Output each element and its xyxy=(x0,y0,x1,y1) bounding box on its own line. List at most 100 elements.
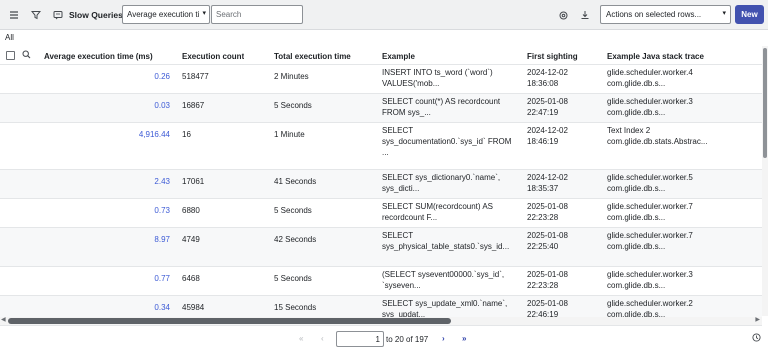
execution-count: 518477 xyxy=(182,72,209,81)
new-button[interactable]: New xyxy=(735,5,764,24)
avg-execution-time-link[interactable]: 0.77 xyxy=(44,273,170,284)
table-header-row: Average execution time (ms) Execution co… xyxy=(0,46,762,65)
avg-execution-time-link[interactable]: 0.34 xyxy=(44,302,170,313)
first-sighting-line: 18:46:19 xyxy=(527,137,559,146)
execution-count: 45984 xyxy=(182,303,205,312)
table-row[interactable]: 0.73 6880 5 Seconds SELECT SUM(recordcount)… xyxy=(0,199,762,228)
last-page-icon[interactable]: » xyxy=(462,334,466,343)
stack-trace-line: glide.scheduler.worker.3 xyxy=(607,97,693,106)
avg-execution-time-link[interactable]: 0.73 xyxy=(44,205,170,216)
vertical-scrollbar[interactable] xyxy=(762,46,768,316)
total-execution-time: 2 Minutes xyxy=(274,72,309,81)
avg-execution-time-link[interactable]: 0.26 xyxy=(44,71,170,82)
avg-execution-time-link[interactable]: 0.03 xyxy=(44,100,170,111)
example-query-line: SELECT sys_dictionary0.`name`, xyxy=(382,173,501,182)
stack-trace-line: com.glide.db.s... xyxy=(607,79,666,88)
column-header-stack-trace[interactable]: Example Java stack trace xyxy=(607,51,704,62)
first-sighting-line: 2025-01-08 xyxy=(527,231,568,240)
execution-count: 16867 xyxy=(182,101,205,110)
stack-trace-line: com.glide.db.s... xyxy=(607,242,666,251)
gear-icon[interactable] xyxy=(557,9,569,21)
first-sighting-line: 22:23:28 xyxy=(527,213,559,222)
example-query-line: recordcount F... xyxy=(382,213,438,222)
first-sighting-line: 2025-01-08 xyxy=(527,97,568,106)
pagination: « ‹ 1 to 20 of 197 › » xyxy=(0,330,768,347)
previous-page-icon[interactable]: ‹ xyxy=(321,334,324,343)
stack-trace-line: Text Index 2 xyxy=(607,126,651,135)
download-icon[interactable] xyxy=(579,9,591,21)
stack-trace-line: com.glide.db.s... xyxy=(607,184,666,193)
stack-trace-line: glide.scheduler.worker.7 xyxy=(607,231,693,240)
first-sighting-line: 22:47:19 xyxy=(527,108,559,117)
search-field-select[interactable]: Average execution ti ▾ xyxy=(122,5,210,24)
execution-count: 6880 xyxy=(182,206,200,215)
example-query-line: FROM sys_... xyxy=(382,108,431,117)
chevron-down-icon: ▾ xyxy=(202,10,206,17)
avg-execution-time-link[interactable]: 4,916.44 xyxy=(44,129,170,140)
example-query-line: (SELECT sysevent00000.`sys_id`, xyxy=(382,270,505,279)
search-field-select-value: Average execution ti xyxy=(127,10,200,19)
filter-icon[interactable] xyxy=(30,9,42,21)
example-query-line: sys_dicti... xyxy=(382,184,420,193)
column-header-first-sighting[interactable]: First sighting xyxy=(527,51,578,62)
hamburger-menu-icon[interactable] xyxy=(8,9,20,21)
first-sighting-line: 22:25:40 xyxy=(527,242,559,251)
total-execution-time: 41 Seconds xyxy=(274,177,317,186)
stack-trace-line: com.glide.db.stats.Abstrac... xyxy=(607,137,708,146)
avg-execution-time-link[interactable]: 8.97 xyxy=(44,234,170,245)
table-row[interactable]: 0.26 518477 2 Minutes INSERT INTO ts_word (… xyxy=(0,65,762,94)
actions-select[interactable]: Actions on selected rows... ▾ xyxy=(600,5,731,24)
scroll-left-icon[interactable]: ◀ xyxy=(1,316,6,323)
page-input[interactable]: 1 xyxy=(336,331,384,347)
list-toolbar: Slow Queries Average execution ti ▾ Acti… xyxy=(0,0,768,30)
table-row[interactable]: 0.03 16867 5 Seconds SELECT count(*) AS rec… xyxy=(0,94,762,123)
table-row[interactable]: 0.77 6468 5 Seconds (SELECT sysevent00000.`… xyxy=(0,267,762,296)
total-execution-time: 5 Seconds xyxy=(274,274,312,283)
total-execution-time: 15 Seconds xyxy=(274,303,317,312)
execution-count: 17061 xyxy=(182,177,205,186)
column-header-example[interactable]: Example xyxy=(382,51,415,62)
example-query-line: SELECT count(*) AS recordcount xyxy=(382,97,501,106)
first-sighting-line: 18:36:08 xyxy=(527,79,559,88)
total-execution-time: 1 Minute xyxy=(274,130,305,139)
execution-count: 4749 xyxy=(182,235,200,244)
actions-select-value: Actions on selected rows... xyxy=(606,10,702,19)
list-title: Slow Queries xyxy=(69,10,123,20)
first-sighting-line: 22:23:28 xyxy=(527,281,559,290)
breadcrumb[interactable]: All xyxy=(5,33,14,42)
horizontal-scrollbar[interactable]: ◀ ▶ xyxy=(0,317,762,325)
stack-trace-line: glide.scheduler.worker.4 xyxy=(607,68,693,77)
chevron-down-icon: ▾ xyxy=(722,10,726,17)
total-execution-time: 5 Seconds xyxy=(274,206,312,215)
example-query-line: SELECT xyxy=(382,231,414,240)
stack-trace-line: com.glide.db.s... xyxy=(607,213,666,222)
search-icon[interactable] xyxy=(22,50,31,62)
table-row[interactable]: 2.43 17061 41 Seconds SELECT sys_dictionary… xyxy=(0,170,762,199)
table-row[interactable]: 8.97 4749 42 Seconds SELECT sys_physical_tab… xyxy=(0,228,762,267)
avg-execution-time-link[interactable]: 2.43 xyxy=(44,176,170,187)
example-query-line: SELECT sys_update_xml0.`name`, xyxy=(382,299,508,308)
stack-trace-line: glide.scheduler.worker.3 xyxy=(607,270,693,279)
first-sighting-line: 2025-01-08 xyxy=(527,270,568,279)
first-sighting-line: 18:35:37 xyxy=(527,184,559,193)
total-execution-time: 5 Seconds xyxy=(274,101,312,110)
search-input[interactable] xyxy=(211,5,303,24)
scroll-right-icon[interactable]: ▶ xyxy=(755,316,760,323)
column-header-exec-count[interactable]: Execution count xyxy=(182,51,244,62)
horizontal-scroll-thumb[interactable] xyxy=(8,318,451,324)
example-query-line: sys_documentation0.`sys_id` FROM xyxy=(382,137,512,146)
example-query-line: SELECT xyxy=(382,126,414,135)
vertical-scroll-thumb[interactable] xyxy=(763,48,767,158)
first-page-icon[interactable]: « xyxy=(299,334,303,343)
first-sighting-line: 2024-12-02 xyxy=(527,68,568,77)
column-header-total-time[interactable]: Total execution time xyxy=(274,51,351,62)
list-context-icon[interactable] xyxy=(52,9,64,21)
table-row[interactable]: 4,916.44 16 1 Minute SELECT sys_documentatio… xyxy=(0,123,762,170)
select-all-checkbox[interactable] xyxy=(6,51,15,60)
next-page-icon[interactable]: › xyxy=(442,334,445,343)
first-sighting-line: 2025-01-08 xyxy=(527,202,568,211)
clock-icon[interactable] xyxy=(752,333,761,344)
column-header-avg-time[interactable]: Average execution time (ms) xyxy=(44,51,153,62)
first-sighting-line: 2025-01-08 xyxy=(527,299,568,308)
example-query-line: `syseven... xyxy=(382,281,421,290)
